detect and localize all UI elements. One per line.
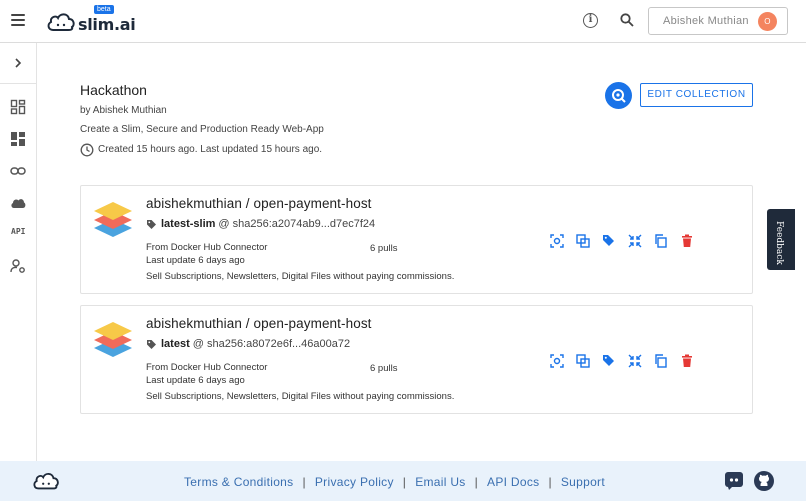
source-connector: From Docker Hub Connector: [146, 362, 268, 373]
tags-icon[interactable]: [602, 354, 616, 368]
digest: @ sha256:a8072e6f...46a00a72: [192, 338, 351, 350]
email-link[interactable]: Email Us: [415, 475, 465, 489]
clock-icon: [80, 143, 94, 157]
left-rail: API: [0, 43, 37, 461]
tag-name: latest-slim: [161, 218, 216, 230]
user-settings-icon[interactable]: [10, 258, 26, 274]
slim-icon[interactable]: [628, 234, 642, 248]
collection-updated: Created 15 hours ago. Last updated 15 ho…: [98, 144, 323, 155]
rail-divider: [0, 83, 37, 84]
feedback-label: Feedback: [774, 221, 784, 265]
terms-link[interactable]: Terms & Conditions: [184, 475, 293, 489]
support-link[interactable]: Support: [561, 475, 605, 489]
compare-icon[interactable]: [576, 234, 590, 248]
repo-name[interactable]: abishekmuthian / open-payment-host: [146, 316, 372, 331]
pull-count: 6 pulls: [370, 363, 398, 374]
api-docs-link[interactable]: API Docs: [487, 475, 539, 489]
user-name: Abishek Muthian: [663, 15, 749, 27]
api-nav[interactable]: API: [11, 227, 25, 236]
slim-icon[interactable]: [628, 354, 642, 368]
logo-text: slim.ai: [78, 14, 136, 34]
last-update: Last update 6 days ago: [146, 255, 245, 266]
chevron-right-icon[interactable]: [11, 56, 25, 70]
compare-icon[interactable]: [576, 354, 590, 368]
collection-author: by Abishek Muthian: [80, 105, 167, 116]
collection-title: Hackathon: [80, 82, 147, 98]
last-update: Last update 6 days ago: [146, 375, 245, 386]
privacy-link[interactable]: Privacy Policy: [315, 475, 394, 489]
logo[interactable]: slim.ai beta: [46, 5, 136, 35]
pull-count: 6 pulls: [370, 243, 398, 254]
copy-icon[interactable]: [654, 234, 668, 248]
menu-icon[interactable]: [11, 14, 25, 26]
logo-cloud-icon: [47, 13, 75, 31]
feedback-tab[interactable]: Feedback: [767, 209, 795, 270]
footer-logo-icon[interactable]: [32, 470, 60, 492]
tags-icon[interactable]: [602, 234, 616, 248]
github-icon[interactable]: [753, 470, 775, 492]
separator: |: [548, 475, 552, 489]
discord-icon[interactable]: [724, 471, 744, 491]
separator: |: [474, 475, 479, 489]
delete-icon[interactable]: [680, 234, 694, 248]
grid-icon[interactable]: [10, 131, 26, 147]
source-connector: From Docker Hub Connector: [146, 242, 268, 253]
scan-icon[interactable]: [550, 354, 564, 368]
scan-icon: [612, 89, 626, 103]
tag-icon: [147, 339, 156, 349]
collection-description: Create a Slim, Secure and Production Rea…: [80, 124, 324, 135]
info-icon[interactable]: i: [583, 13, 598, 28]
image-card[interactable]: abishekmuthian / open-payment-host lates…: [80, 185, 753, 294]
image-stack-icon: [94, 322, 132, 357]
footer-links: Terms & Conditions | Privacy Policy | Em…: [184, 475, 605, 489]
tag-line: latest-slim @ sha256:a2074ab9...d7ec7f24: [146, 218, 375, 230]
image-description: Sell Subscriptions, Newsletters, Digital…: [146, 271, 455, 282]
edit-collection-button[interactable]: EDIT COLLECTION: [640, 83, 753, 107]
delete-icon[interactable]: [680, 354, 694, 368]
image-card[interactable]: abishekmuthian / open-payment-host lates…: [80, 305, 753, 414]
repo-name[interactable]: abishekmuthian / open-payment-host: [146, 196, 372, 211]
card-actions: [550, 354, 694, 368]
tag-line: latest @ sha256:a8072e6f...46a00a72: [146, 338, 350, 350]
cloud-icon[interactable]: [10, 195, 26, 211]
tag-icon: [147, 219, 156, 229]
separator: |: [402, 475, 407, 489]
tag-name: latest: [161, 338, 190, 350]
top-bar: slim.ai beta i Abishek Muthian O: [0, 0, 806, 43]
separator: |: [302, 475, 306, 489]
scan-collection-button[interactable]: [605, 82, 632, 109]
search-icon[interactable]: [620, 13, 634, 27]
link-icon[interactable]: [10, 163, 26, 179]
image-stack-icon: [94, 202, 132, 237]
card-actions: [550, 234, 694, 248]
beta-badge: beta: [94, 5, 114, 14]
digest: @ sha256:a2074ab9...d7ec7f24: [218, 218, 376, 230]
footer: Terms & Conditions | Privacy Policy | Em…: [0, 461, 806, 501]
copy-icon[interactable]: [654, 354, 668, 368]
user-menu[interactable]: Abishek Muthian O: [648, 7, 788, 35]
scan-icon[interactable]: [550, 234, 564, 248]
dashboard-icon[interactable]: [10, 99, 26, 115]
avatar[interactable]: O: [758, 12, 777, 31]
image-description: Sell Subscriptions, Newsletters, Digital…: [146, 391, 455, 402]
